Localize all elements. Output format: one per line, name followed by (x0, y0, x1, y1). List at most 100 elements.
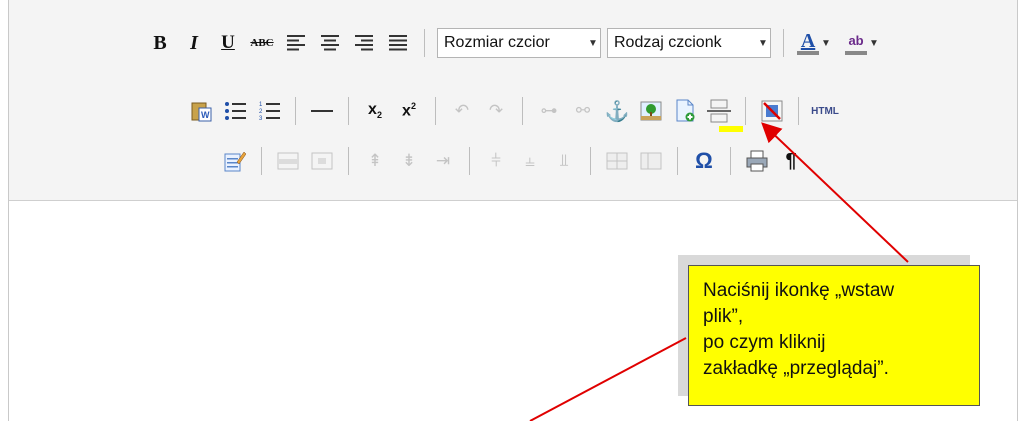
bold-button[interactable]: B (147, 30, 173, 56)
toolbar-separator (348, 147, 349, 175)
edit-properties-button[interactable] (222, 148, 248, 174)
split-cells-icon (606, 152, 628, 170)
text-color-button[interactable]: A ▼ (797, 30, 831, 56)
html-source-button[interactable]: HTML (811, 98, 839, 124)
merge-cells-button[interactable] (638, 148, 664, 174)
page-break-button[interactable] (706, 98, 732, 124)
font-family-select[interactable]: Rodzaj czcionk ▼ (607, 28, 771, 58)
toolbar-separator (424, 29, 425, 57)
toolbar-separator (348, 97, 349, 125)
highlight-color-icon: ab (848, 33, 864, 48)
toolbar-row-3: ⇞ ⇟ ⇥ ⫩ ⫨ ⫫ Ω ¶ (9, 144, 1017, 178)
superscript-button[interactable]: x2 (396, 98, 422, 124)
toolbar-separator (522, 97, 523, 125)
toolbar-separator (798, 97, 799, 125)
align-left-button[interactable] (283, 30, 309, 56)
show-paragraphs-button[interactable]: ¶ (778, 148, 804, 174)
anchor-button[interactable]: ⚓ (604, 98, 630, 124)
edit-properties-icon (224, 151, 246, 172)
bullet-list-icon (225, 102, 246, 120)
toolbar-separator (730, 147, 731, 175)
insert-col-after-icon: ⫨ (525, 151, 535, 170)
redo-button[interactable]: ↷ (483, 98, 509, 124)
toolbar-row-2: W 123 x2 x2 ↶ ↷ ⊶ ⚯ ⚓ HTML (9, 94, 1017, 128)
table-row-icon (277, 152, 299, 170)
unlink-icon: ⚯ (575, 101, 591, 120)
font-family-select-value: Rodzaj czcionk (614, 34, 722, 51)
insert-row-before-button[interactable]: ⇞ (362, 148, 388, 174)
font-size-select[interactable]: Rozmiar czcior ▼ (437, 28, 601, 58)
insert-col-before-button[interactable]: ⫩ (483, 148, 509, 174)
chevron-down-icon: ▼ (869, 37, 879, 49)
undo-button[interactable]: ↶ (449, 98, 475, 124)
editor-toolbar: B I U ABC Rozmiar czcior ▼ Rodzaj czcion… (9, 0, 1017, 201)
table-cell-icon (311, 152, 333, 170)
instruction-callout: Naciśnij ikonkę „wstaw plik”, po czym kl… (688, 265, 980, 406)
table-cell-props-button[interactable] (309, 148, 335, 174)
anchor-icon: ⚓ (604, 100, 630, 123)
insert-col-after-button[interactable]: ⫨ (517, 148, 543, 174)
link-icon: ⊶ (540, 101, 558, 120)
subscript-button[interactable]: x2 (362, 98, 388, 124)
align-right-icon (355, 35, 373, 51)
split-cells-button[interactable] (604, 148, 630, 174)
toolbar-separator (469, 147, 470, 175)
align-right-button[interactable] (351, 30, 377, 56)
unlink-button[interactable]: ⚯ (570, 98, 596, 124)
html-icon: HTML (811, 105, 839, 117)
align-justify-button[interactable] (385, 30, 411, 56)
subscript-icon: x2 (368, 101, 382, 121)
print-button[interactable] (744, 148, 770, 174)
align-center-button[interactable] (317, 30, 343, 56)
insert-image-button[interactable] (638, 98, 664, 124)
underline-button[interactable]: U (215, 30, 241, 56)
page-break-icon (707, 99, 731, 123)
remove-format-icon (761, 100, 783, 122)
callout-line-2: plik”, (703, 306, 744, 327)
toolbar-separator (295, 97, 296, 125)
svg-text:3: 3 (259, 116, 263, 121)
table-row-props-button[interactable] (275, 148, 301, 174)
align-justify-icon (389, 35, 407, 51)
image-icon (640, 101, 662, 121)
horizontal-rule-button[interactable] (309, 98, 335, 124)
callout-line-4: zakładkę „przeglądaj”. (703, 358, 889, 379)
omega-icon: Ω (695, 148, 713, 173)
svg-text:W: W (201, 110, 210, 120)
special-char-button[interactable]: Ω (691, 148, 717, 174)
toolbar-separator (590, 147, 591, 175)
toolbar-separator (435, 97, 436, 125)
toolbar-separator (783, 29, 784, 57)
superscript-icon: x2 (402, 101, 416, 120)
toolbar-separator (745, 97, 746, 125)
font-size-select-value: Rozmiar czcior (444, 34, 550, 51)
highlight-color-button[interactable]: ab ▼ (845, 30, 879, 56)
delete-col-icon: ⫫ (559, 151, 569, 170)
delete-col-button[interactable]: ⫫ (551, 148, 577, 174)
print-icon (746, 150, 768, 172)
remove-format-button[interactable] (759, 98, 785, 124)
svg-text:1: 1 (259, 102, 263, 108)
insert-row-after-button[interactable]: ⇟ (396, 148, 422, 174)
insert-file-button[interactable] (672, 98, 698, 124)
redo-icon: ↷ (488, 101, 504, 120)
bullet-list-button[interactable] (222, 98, 248, 124)
undo-icon: ↶ (454, 101, 470, 120)
italic-button[interactable]: I (181, 30, 207, 56)
delete-row-icon: ⇥ (435, 151, 451, 170)
paste-from-word-button[interactable]: W (188, 98, 214, 124)
chevron-down-icon: ▼ (758, 37, 768, 49)
numbered-list-icon: 123 (259, 102, 280, 121)
delete-row-button[interactable]: ⇥ (430, 148, 456, 174)
insert-file-icon (676, 99, 695, 122)
align-center-icon (321, 35, 339, 51)
insert-link-button[interactable]: ⊶ (536, 98, 562, 124)
numbered-list-button[interactable]: 123 (256, 98, 282, 124)
horizontal-rule-icon (311, 110, 333, 112)
insert-col-before-icon: ⫩ (491, 151, 501, 170)
toolbar-row-1: B I U ABC Rozmiar czcior ▼ Rodzaj czcion… (9, 26, 1017, 60)
toolbar-separator (261, 147, 262, 175)
merge-cells-icon (640, 152, 662, 170)
insert-row-after-icon: ⇟ (401, 151, 417, 170)
strikethrough-button[interactable]: ABC (249, 30, 275, 56)
